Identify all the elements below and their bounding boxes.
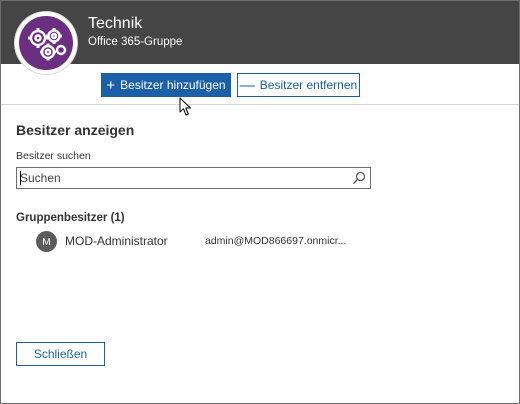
mouse-pointer-icon bbox=[179, 97, 191, 116]
gears-icon bbox=[28, 28, 67, 61]
add-owner-button[interactable]: + Besitzer hinzufügen bbox=[101, 73, 231, 97]
group-subtitle: Office 365-Gruppe bbox=[88, 36, 183, 48]
toolbar-divider bbox=[1, 104, 519, 105]
remove-owner-label: Besitzer entfernen bbox=[259, 78, 358, 92]
group-header: Technik Office 365-Gruppe bbox=[1, 1, 519, 74]
owners-heading: Gruppenbesitzer (1) bbox=[16, 212, 125, 224]
close-button[interactable]: Schließen bbox=[16, 342, 105, 366]
search-box[interactable] bbox=[16, 167, 371, 189]
owner-name: MOD-Administrator bbox=[65, 234, 168, 248]
search-icon[interactable] bbox=[352, 171, 366, 185]
search-input[interactable] bbox=[20, 169, 340, 187]
minus-icon: — bbox=[239, 76, 255, 94]
list-item[interactable]: M MOD-Administrator admin@MOD866697.onmi… bbox=[16, 230, 496, 254]
group-logo-inner bbox=[19, 16, 73, 70]
section-title: Besitzer anzeigen bbox=[16, 122, 135, 138]
group-title: Technik bbox=[88, 15, 143, 32]
avatar: M bbox=[36, 231, 57, 252]
dialog-frame: Technik Office 365-Gruppe + Besitzer hin… bbox=[0, 0, 520, 404]
owner-email: admin@MOD866697.onmicr... bbox=[205, 235, 347, 247]
group-logo bbox=[15, 12, 77, 74]
search-label: Besitzer suchen bbox=[16, 150, 91, 162]
text-caret bbox=[20, 171, 21, 185]
add-owner-label: Besitzer hinzufügen bbox=[120, 78, 226, 92]
remove-owner-button[interactable]: — Besitzer entfernen bbox=[237, 73, 360, 97]
plus-icon: + bbox=[106, 76, 116, 94]
